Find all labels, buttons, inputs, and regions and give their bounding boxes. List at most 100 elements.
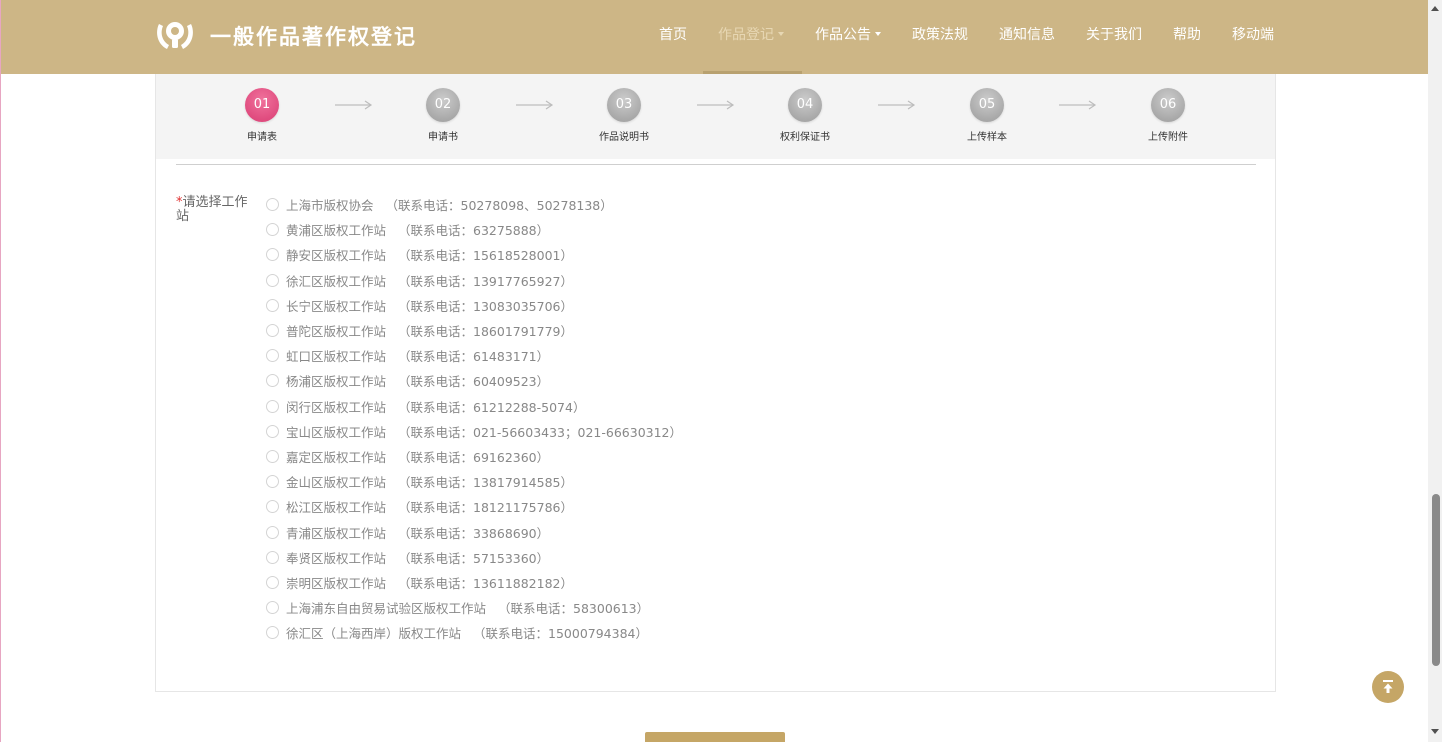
radio-button[interactable] bbox=[266, 575, 279, 589]
station-name: 闵行区版权工作站 bbox=[286, 399, 387, 415]
nav-item-about-us[interactable]: 关于我们 bbox=[1086, 0, 1142, 70]
radio-button[interactable] bbox=[266, 626, 279, 640]
scroll-down-arrow-icon[interactable] bbox=[1431, 729, 1439, 734]
arrow-right-icon bbox=[878, 100, 916, 110]
step-label: 权利保证书 bbox=[780, 132, 830, 143]
step-label: 作品说明书 bbox=[599, 132, 649, 143]
station-phone: （联系电话：60409523） bbox=[398, 374, 550, 390]
nav-item-policies[interactable]: 政策法规 bbox=[912, 0, 968, 70]
radio-button[interactable] bbox=[266, 500, 279, 514]
step-rights-guarantee[interactable]: 04 权利保证书 bbox=[745, 88, 865, 143]
radio-button[interactable] bbox=[266, 374, 279, 388]
station-name: 徐汇区版权工作站 bbox=[286, 273, 387, 289]
station-option[interactable]: 青浦区版权工作站 （联系电话：33868690） bbox=[266, 519, 682, 544]
station-option[interactable]: 松江区版权工作站 （联系电话：18121175786） bbox=[266, 494, 682, 519]
station-name: 宝山区版权工作站 bbox=[286, 424, 387, 440]
site-logo[interactable]: 一般作品著作权登记 bbox=[154, 18, 417, 54]
nav-label: 首页 bbox=[659, 27, 687, 43]
scrollbar-thumb[interactable] bbox=[1432, 494, 1440, 666]
station-option[interactable]: 上海市版权协会 （联系电话：50278098、50278138） bbox=[266, 192, 682, 217]
station-option[interactable]: 长宁区版权工作站 （联系电话：13083035706） bbox=[266, 293, 682, 318]
step-work-description[interactable]: 03 作品说明书 bbox=[564, 88, 684, 143]
radio-button[interactable] bbox=[266, 525, 279, 539]
nav-item-work-registration[interactable]: 作品登记 bbox=[718, 0, 784, 70]
nav-item-notices[interactable]: 通知信息 bbox=[999, 0, 1055, 70]
radio-button[interactable] bbox=[266, 198, 279, 212]
station-phone: （联系电话：61212288-5074） bbox=[398, 399, 586, 415]
main-nav: 首页 作品登记 作品公告 政策法规 通知信息 关于我们 帮助 移动端 bbox=[659, 0, 1274, 74]
station-option[interactable]: 普陀区版权工作站 （联系电话：18601791779） bbox=[266, 318, 682, 343]
station-option[interactable]: 静安区版权工作站 （联系电话：15618528001） bbox=[266, 242, 682, 267]
station-option[interactable]: 嘉定区版权工作站 （联系电话：69162360） bbox=[266, 444, 682, 469]
station-phone: （联系电话：61483171） bbox=[398, 349, 550, 365]
nav-item-home[interactable]: 首页 bbox=[659, 0, 687, 70]
radio-button[interactable] bbox=[266, 349, 279, 363]
page-scrollbar[interactable] bbox=[1428, 0, 1442, 742]
arrow-right-icon bbox=[1059, 100, 1097, 110]
section-divider bbox=[176, 164, 1256, 165]
station-name: 奉贤区版权工作站 bbox=[286, 550, 387, 566]
nav-item-help[interactable]: 帮助 bbox=[1173, 0, 1201, 70]
station-option[interactable]: 金山区版权工作站 （联系电话：13817914585） bbox=[266, 469, 682, 494]
radio-button[interactable] bbox=[266, 399, 279, 413]
station-phone: （联系电话：57153360） bbox=[398, 550, 550, 566]
step-application-form[interactable]: 01 申请表 bbox=[202, 88, 322, 143]
radio-button[interactable] bbox=[266, 601, 279, 615]
nav-label: 通知信息 bbox=[999, 27, 1055, 43]
station-label-text: 请选择工作站 bbox=[176, 195, 248, 224]
step-number: 05 bbox=[970, 88, 1004, 122]
station-option[interactable]: 徐汇区版权工作站 （联系电话：13917765927） bbox=[266, 268, 682, 293]
station-name: 崇明区版权工作站 bbox=[286, 575, 387, 591]
station-option[interactable]: 宝山区版权工作站 （联系电话：021-56603433；021-66630312） bbox=[266, 419, 682, 444]
station-phone: （联系电话：15000794384） bbox=[473, 626, 648, 642]
arrow-right-icon bbox=[335, 100, 373, 110]
station-name: 静安区版权工作站 bbox=[286, 248, 387, 264]
station-name: 虹口区版权工作站 bbox=[286, 349, 387, 365]
radio-button[interactable] bbox=[266, 248, 279, 262]
radio-button[interactable] bbox=[266, 324, 279, 338]
station-option[interactable]: 杨浦区版权工作站 （联系电话：60409523） bbox=[266, 368, 682, 393]
station-phone: （联系电话：13917765927） bbox=[398, 273, 573, 289]
step-number: 03 bbox=[607, 88, 641, 122]
station-option[interactable]: 徐汇区（上海西岸）版权工作站 （联系电话：15000794384） bbox=[266, 620, 682, 645]
step-label: 申请表 bbox=[247, 132, 277, 143]
station-name: 松江区版权工作站 bbox=[286, 500, 387, 516]
chevron-down-icon bbox=[778, 32, 784, 36]
station-phone: （联系电话：58300613） bbox=[498, 601, 650, 617]
radio-button[interactable] bbox=[266, 223, 279, 237]
station-name: 上海市版权协会 bbox=[286, 198, 374, 214]
station-option[interactable]: 虹口区版权工作站 （联系电话：61483171） bbox=[266, 343, 682, 368]
station-phone: （联系电话：13611882182） bbox=[398, 575, 573, 591]
step-application-letter[interactable]: 02 申请书 bbox=[383, 88, 503, 143]
step-upload-attachment[interactable]: 06 上传附件 bbox=[1108, 88, 1228, 143]
next-step-button[interactable] bbox=[645, 732, 785, 742]
station-option[interactable]: 黄浦区版权工作站 （联系电话：63275888） bbox=[266, 217, 682, 242]
station-option[interactable]: 奉贤区版权工作站 （联系电话：57153360） bbox=[266, 545, 682, 570]
station-name: 青浦区版权工作站 bbox=[286, 525, 387, 541]
step-label: 上传样本 bbox=[967, 132, 1007, 143]
station-name: 徐汇区（上海西岸）版权工作站 bbox=[286, 626, 462, 642]
radio-button[interactable] bbox=[266, 475, 279, 489]
station-name: 杨浦区版权工作站 bbox=[286, 374, 387, 390]
nav-item-mobile[interactable]: 移动端 bbox=[1232, 0, 1274, 70]
arrow-right-icon bbox=[697, 100, 735, 110]
step-number: 02 bbox=[426, 88, 460, 122]
station-option[interactable]: 闵行区版权工作站 （联系电话：61212288-5074） bbox=[266, 394, 682, 419]
nav-item-work-announcement[interactable]: 作品公告 bbox=[815, 0, 881, 70]
scroll-up-arrow-icon[interactable] bbox=[1431, 6, 1439, 11]
chevron-down-icon bbox=[875, 32, 881, 36]
station-field-label: *请选择工作站 bbox=[176, 196, 256, 224]
station-name: 普陀区版权工作站 bbox=[286, 324, 387, 340]
radio-button[interactable] bbox=[266, 273, 279, 287]
station-option[interactable]: 上海浦东自由贸易试验区版权工作站 （联系电话：58300613） bbox=[266, 595, 682, 620]
station-option[interactable]: 崇明区版权工作站 （联系电话：13611882182） bbox=[266, 570, 682, 595]
station-phone: （联系电话：33868690） bbox=[398, 525, 550, 541]
radio-button[interactable] bbox=[266, 424, 279, 438]
station-phone: （联系电话：69162360） bbox=[398, 449, 550, 465]
station-name: 嘉定区版权工作站 bbox=[286, 449, 387, 465]
back-to-top-button[interactable] bbox=[1372, 671, 1404, 703]
radio-button[interactable] bbox=[266, 298, 279, 312]
radio-button[interactable] bbox=[266, 449, 279, 463]
radio-button[interactable] bbox=[266, 550, 279, 564]
step-upload-sample[interactable]: 05 上传样本 bbox=[927, 88, 1047, 143]
